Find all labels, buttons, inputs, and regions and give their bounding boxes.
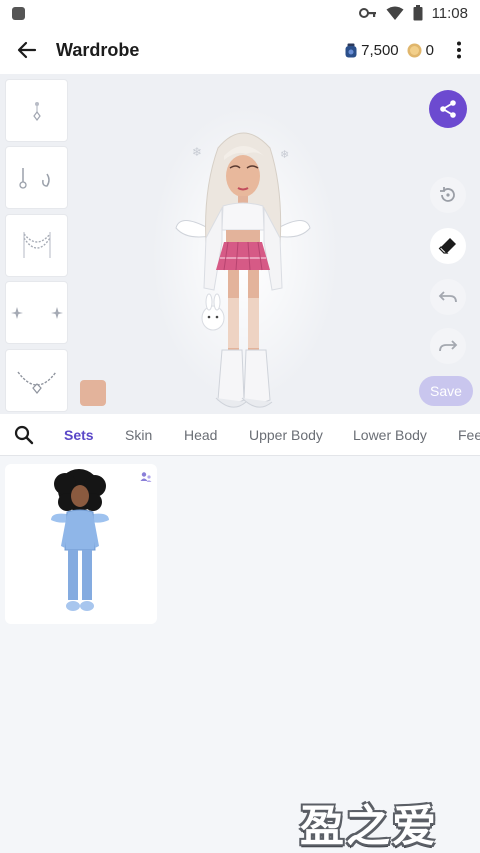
outfit-set-card[interactable] <box>5 464 157 624</box>
hair-clip-icon <box>18 167 50 189</box>
tab-feet[interactable]: Feet <box>458 414 480 455</box>
gems-amount: 7,500 <box>361 41 399 59</box>
vpn-key-icon <box>358 8 376 18</box>
page-title: Wardrobe <box>56 39 140 60</box>
save-button[interactable]: Save <box>419 376 473 406</box>
battery-icon <box>413 5 423 21</box>
notification-app-icon <box>12 6 25 20</box>
redo-button[interactable] <box>430 328 466 364</box>
watermark-logo: 盈之爱 <box>300 801 438 852</box>
reset-icon <box>440 187 455 202</box>
currency-display: 7,500 0 <box>345 42 442 59</box>
necklace-layers-icon <box>22 231 51 258</box>
reset-button[interactable] <box>430 177 466 213</box>
svg-text:❄: ❄ <box>280 148 289 161</box>
avatar-stage: ❄ ❄ Save <box>0 74 480 414</box>
accessory-slot-hair-clip[interactable] <box>5 146 68 209</box>
coins-amount: 0 <box>425 41 434 59</box>
chain-necklace-icon <box>16 371 57 394</box>
undo-icon <box>438 291 457 303</box>
avatar-figure: ❄ ❄ <box>175 132 311 408</box>
tab-head[interactable]: Head <box>184 414 217 455</box>
shared-set-icon <box>140 472 152 482</box>
sparkle-icon <box>10 306 63 319</box>
eraser-button[interactable] <box>430 228 466 264</box>
tab-upper-body[interactable]: Upper Body <box>249 414 323 455</box>
svg-text:❄: ❄ <box>192 145 202 159</box>
undo-button[interactable] <box>430 279 466 315</box>
eraser-icon <box>438 238 456 254</box>
category-tabs: Sets Skin Head Upper Body Lower Body Fee… <box>0 414 480 456</box>
outfit-preview-avatar <box>51 469 109 611</box>
more-vert-icon <box>457 41 461 59</box>
back-button[interactable] <box>4 26 50 74</box>
status-bar: 11:08 <box>0 0 480 26</box>
accessory-slot-necklace-layers[interactable] <box>5 214 68 277</box>
coin-icon <box>407 43 422 57</box>
tab-skin[interactable]: Skin <box>125 414 152 455</box>
earring-icon <box>32 101 41 121</box>
tab-lower-body[interactable]: Lower Body <box>353 414 427 455</box>
share-button[interactable] <box>429 90 467 128</box>
wifi-icon <box>386 6 404 20</box>
accessory-slot-sparkle[interactable] <box>5 281 68 344</box>
coins-counter[interactable]: 0 <box>407 42 434 59</box>
status-time: 11:08 <box>431 4 468 22</box>
share-icon <box>440 100 456 118</box>
app-bar: Wardrobe 7,500 0 <box>0 26 480 74</box>
search-icon[interactable] <box>14 425 34 445</box>
gem-jar-icon <box>345 43 357 57</box>
tab-sets[interactable]: Sets <box>64 414 94 455</box>
more-options-button[interactable] <box>442 26 476 74</box>
skin-tone-swatch[interactable] <box>80 380 106 406</box>
arrow-back-icon <box>17 41 37 59</box>
accessory-slot-chain-necklace[interactable] <box>5 349 68 412</box>
accessory-slot-earring[interactable] <box>5 79 68 142</box>
redo-icon <box>439 340 458 352</box>
gems-counter[interactable]: 7,500 <box>345 42 399 59</box>
